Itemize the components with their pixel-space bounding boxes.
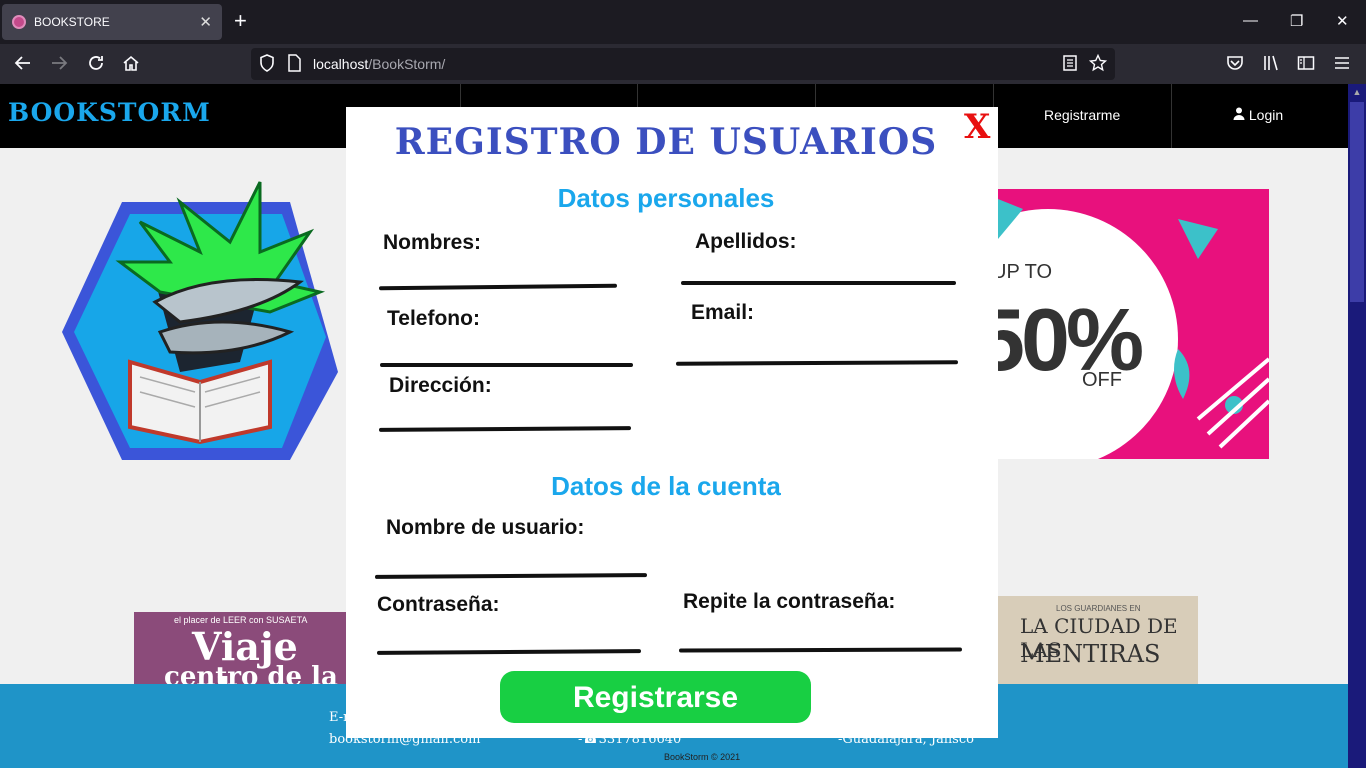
browser-nav-bar: localhost/BookStorm/: [0, 44, 1366, 84]
favicon-icon: [12, 15, 26, 29]
apellidos-label: Apellidos:: [695, 230, 797, 253]
repite-input[interactable]: [678, 647, 963, 653]
login-link[interactable]: Login: [1233, 107, 1283, 123]
url-path: /BookStorm/: [368, 56, 446, 72]
direccion-label: Dirección:: [389, 374, 492, 397]
book-cover-ciudad[interactable]: LOS GUARDIANES EN LA CIUDAD DE LAS MENTI…: [998, 596, 1198, 684]
contrasena-input[interactable]: [376, 649, 642, 655]
footer-copyright: BookStorm © 2021: [664, 752, 741, 762]
book-cover-subtitle: MENTIRAS: [1020, 640, 1161, 668]
reload-icon[interactable]: [87, 54, 105, 77]
shield-icon[interactable]: [259, 54, 275, 76]
address-bar[interactable]: localhost/BookStorm/: [251, 48, 1115, 80]
pocket-icon[interactable]: [1226, 54, 1244, 77]
back-icon[interactable]: [14, 54, 32, 77]
section-account-heading: Datos de la cuenta: [551, 471, 781, 501]
section-personal-heading: Datos personales: [557, 183, 775, 213]
contrasena-label: Contraseña:: [377, 593, 500, 616]
reader-view-icon[interactable]: [1063, 54, 1077, 76]
new-tab-button[interactable]: +: [234, 9, 247, 33]
library-icon[interactable]: [1262, 54, 1280, 77]
forward-icon[interactable]: [50, 54, 68, 77]
page-icon: [287, 54, 301, 76]
promo-banner[interactable]: UP TO 50% OFF: [998, 189, 1269, 459]
scroll-up-icon[interactable]: ▲: [1348, 84, 1366, 100]
nombres-input[interactable]: [378, 283, 618, 291]
modal-title: REGISTRO DE USUARIOS: [394, 121, 938, 163]
bookstorm-mascot-image: [60, 162, 340, 462]
hamburger-menu-icon[interactable]: [1333, 54, 1351, 77]
book-cover-viaje[interactable]: el placer de LEER con SUSAETA Viaje al c…: [134, 612, 346, 684]
telefono-input[interactable]: [380, 363, 633, 367]
url-host: localhost: [313, 56, 369, 72]
window-close-icon[interactable]: ✕: [1336, 12, 1349, 30]
register-link[interactable]: Registrarme: [1044, 107, 1120, 123]
usuario-label: Nombre de usuario:: [386, 516, 585, 539]
home-icon[interactable]: [122, 54, 140, 77]
register-submit-button[interactable]: Registrarse: [500, 671, 811, 723]
browser-tab[interactable]: BOOKSTORE ✕: [2, 4, 222, 40]
apellidos-input[interactable]: [681, 281, 956, 285]
registration-modal: X REGISTRO DE USUARIOS Datos personales …: [346, 107, 998, 738]
book-cover-tagline: LOS GUARDIANES EN: [1056, 604, 1141, 613]
browser-tab-bar: BOOKSTORE ✕ + — ❐ ✕: [0, 0, 1366, 44]
book-cover-subtitle: centro de la: [164, 662, 338, 684]
usuario-input[interactable]: [374, 573, 648, 579]
minimize-icon[interactable]: —: [1243, 12, 1258, 29]
promo-decoration-icon: [998, 199, 1269, 449]
scrollbar-thumb[interactable]: [1350, 102, 1364, 302]
tab-close-icon[interactable]: ✕: [199, 13, 212, 31]
email-label: Email:: [691, 301, 755, 324]
site-brand-logo[interactable]: BOOKSTORM: [8, 98, 211, 127]
sidebar-icon[interactable]: [1297, 54, 1315, 77]
page-scrollbar[interactable]: ▲: [1348, 84, 1366, 768]
login-label: Login: [1248, 107, 1284, 123]
user-icon: [1233, 107, 1245, 123]
telefono-label: Telefono:: [387, 307, 480, 330]
menu-divider: [1171, 84, 1172, 148]
repite-label: Repite la contraseña:: [683, 590, 896, 613]
nombres-label: Nombres:: [383, 231, 482, 254]
email-input[interactable]: [675, 360, 959, 366]
bookmark-star-icon[interactable]: [1088, 53, 1108, 76]
tab-title: BOOKSTORE: [34, 15, 110, 29]
direccion-input[interactable]: [378, 426, 632, 432]
url-text[interactable]: localhost/BookStorm/: [313, 56, 445, 72]
restore-icon[interactable]: ❐: [1290, 12, 1303, 30]
